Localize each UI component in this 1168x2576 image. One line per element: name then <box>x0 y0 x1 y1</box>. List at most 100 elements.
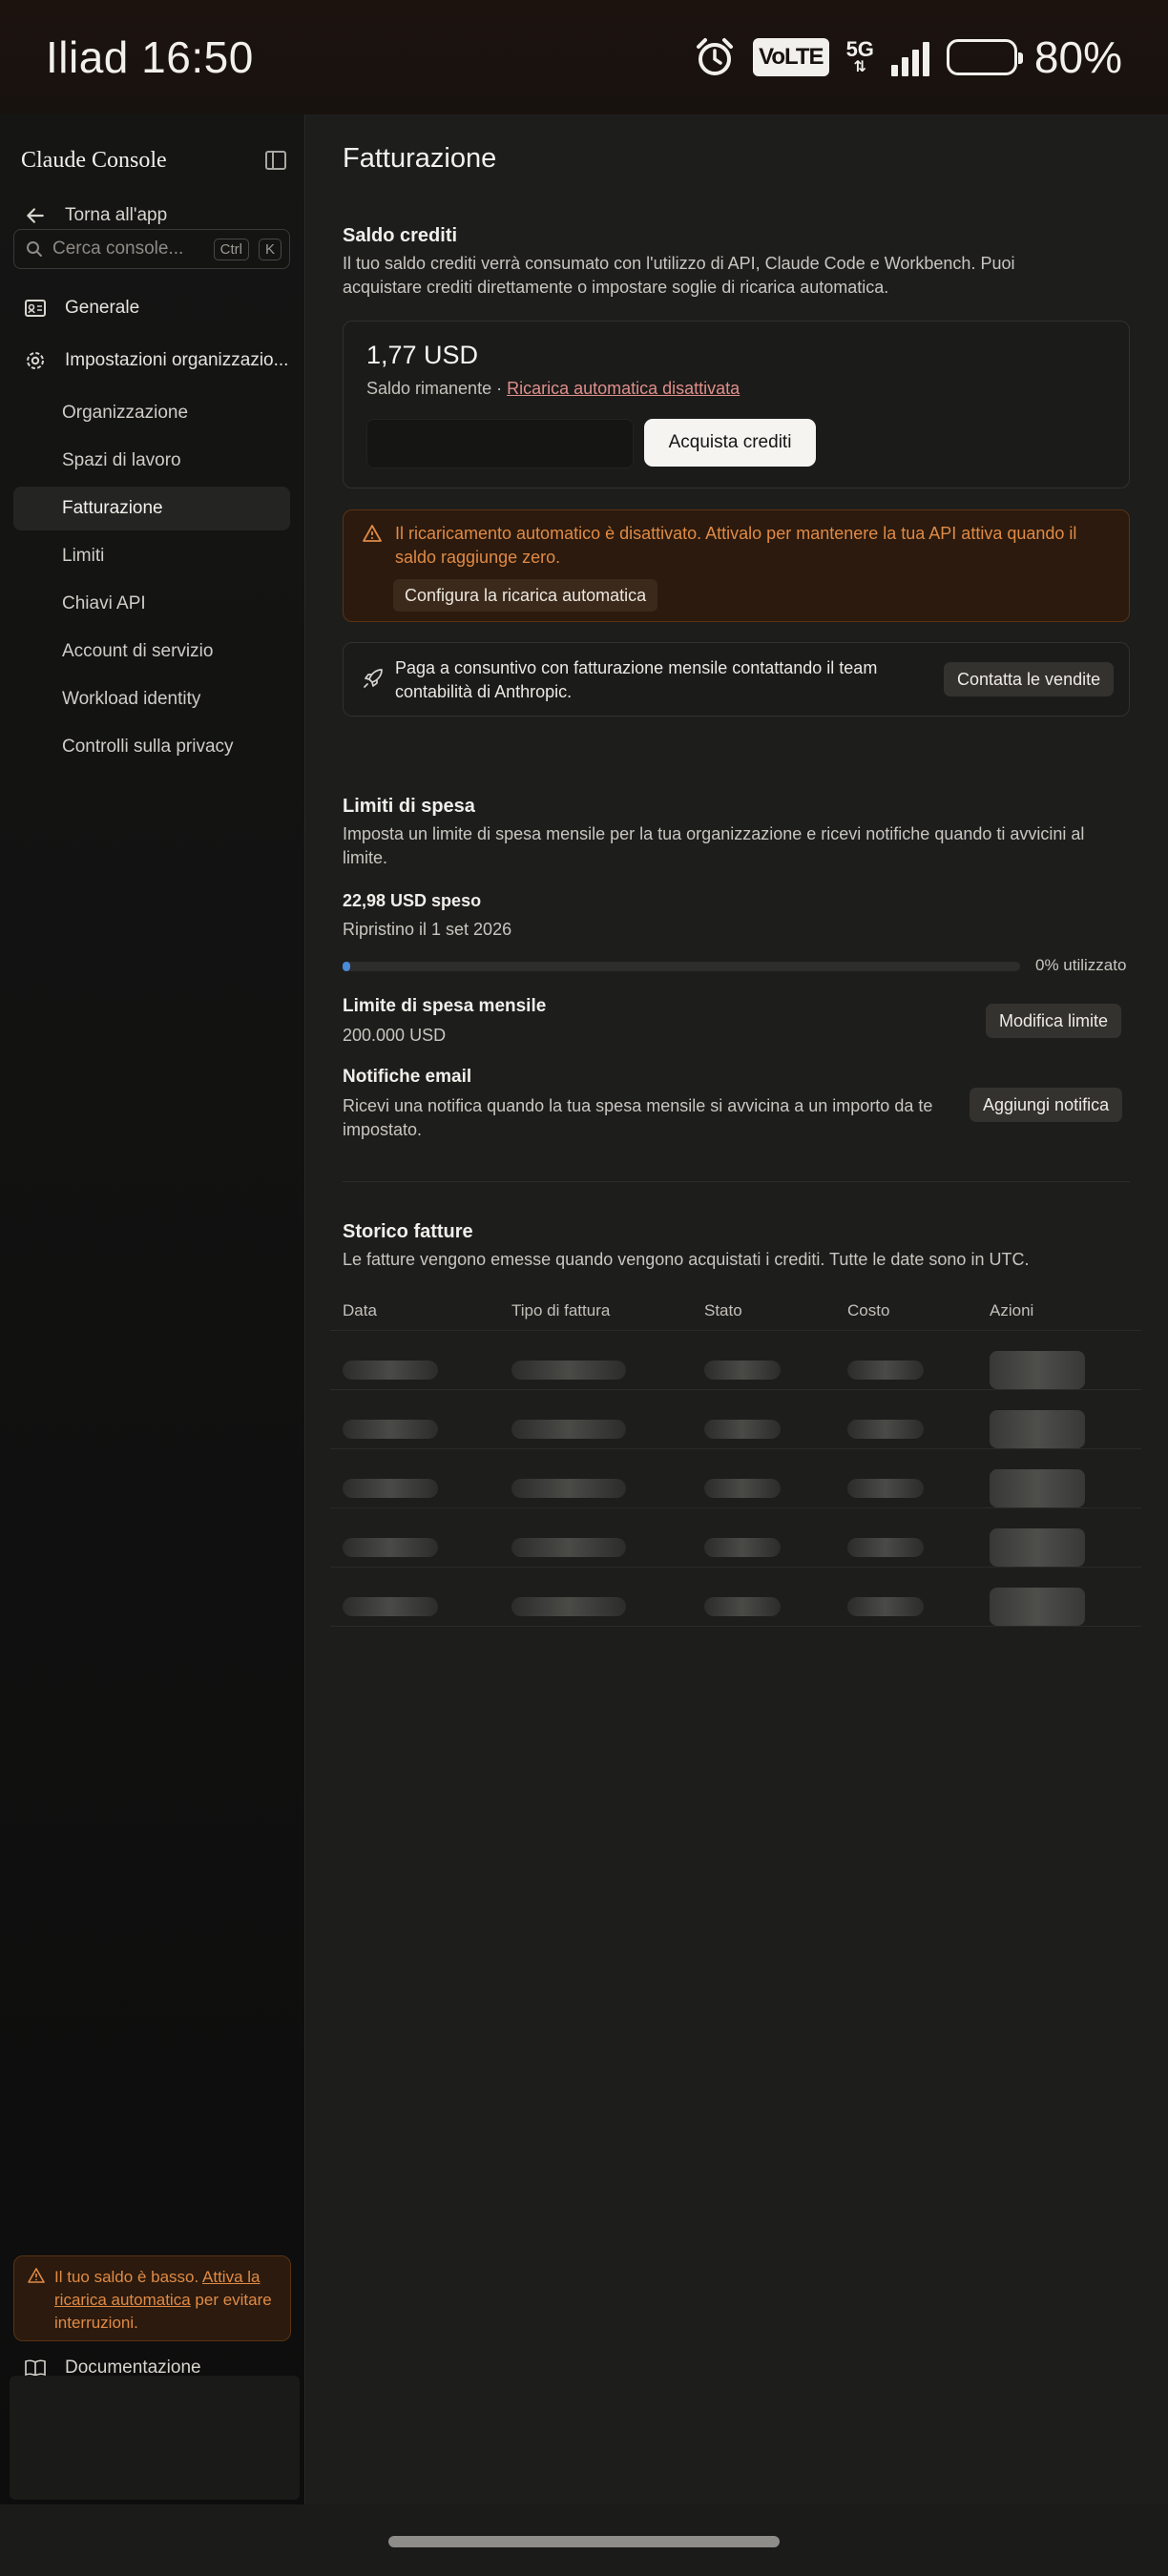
reset-date: Ripristino il 1 set 2026 <box>343 920 512 939</box>
loading-placeholder <box>704 1420 781 1439</box>
sidebar-item-org-settings[interactable]: Impostazioni organizzazio... <box>13 339 290 383</box>
brand-logo[interactable]: Claude Console <box>21 148 167 174</box>
search-placeholder: Cerca console... <box>52 239 184 259</box>
loading-action-placeholder <box>990 1410 1085 1448</box>
loading-placeholder <box>511 1479 626 1498</box>
loading-action-placeholder <box>990 1588 1085 1626</box>
volte-badge: VoLTE <box>753 38 829 76</box>
invoices-description: Le fatture vengono emesse quando vengono… <box>343 1250 1030 1269</box>
sidebar-header: Claude Console <box>21 134 286 187</box>
credit-amount-input[interactable] <box>366 419 634 468</box>
add-notification-button[interactable]: Aggiungi notifica <box>970 1088 1123 1122</box>
credits-description: Il tuo saldo crediti verrà consumato con… <box>343 254 1015 297</box>
loading-placeholder <box>343 1361 438 1380</box>
clock: 16:50 <box>141 32 254 82</box>
data-arrows-icon: ⇅ <box>853 59 866 75</box>
configure-auto-reload-button[interactable]: Configura la ricarica automatica <box>393 579 658 612</box>
battery-icon <box>946 39 1023 75</box>
battery-percent: 80% <box>1033 32 1122 82</box>
sidebar-footer-panel <box>10 2376 300 2500</box>
low-balance-alert: Il tuo saldo è basso. Attiva la ricarica… <box>13 2255 291 2341</box>
sidebar-item-privacy[interactable]: Controlli sulla privacy <box>13 725 290 769</box>
low-balance-text: Il tuo saldo è basso. <box>54 2268 199 2286</box>
loading-action-placeholder <box>990 1351 1085 1389</box>
sidebar-item-organization[interactable]: Organizzazione <box>13 391 290 435</box>
column-header-actions: Azioni <box>990 1301 1034 1319</box>
loading-placeholder <box>704 1479 781 1498</box>
monthly-limit-label: Limite di spesa mensile <box>343 996 547 1016</box>
loading-placeholder <box>511 1361 626 1380</box>
gear-icon <box>27 352 44 369</box>
loading-placeholder <box>343 1597 438 1616</box>
shortcut-k: K <box>258 238 282 260</box>
page-title: Fatturazione <box>343 143 497 174</box>
loading-placeholder <box>511 1597 626 1616</box>
loading-placeholder <box>847 1597 924 1616</box>
invoice-billing-text: Paga a consuntivo con fatturazione mensi… <box>395 658 878 701</box>
search-input[interactable]: Cerca console... Ctrl K <box>13 229 290 269</box>
main-content: Fatturazione Saldo crediti Il tuo saldo … <box>306 114 1168 2504</box>
column-header-status: Stato <box>704 1301 742 1319</box>
section-divider <box>343 1181 1130 1182</box>
loading-placeholder <box>511 1538 626 1557</box>
sidebar-item-billing[interactable]: Fatturazione <box>13 487 290 530</box>
status-bar: Iliad 16:50 VoLTE 5G ⇅ 80% <box>0 0 1168 114</box>
sidebar-item-workspaces[interactable]: Spazi di lavoro <box>13 439 290 483</box>
table-row-divider <box>330 1448 1141 1449</box>
back-label: Torna all'app <box>65 205 168 225</box>
sidebar-item-service-accounts[interactable]: Account di servizio <box>13 630 290 674</box>
status-left: Iliad 16:50 <box>46 31 254 83</box>
loading-placeholder <box>704 1538 781 1557</box>
warning-icon <box>28 2268 45 2283</box>
monthly-limit-value: 200.000 USD <box>343 1026 447 1045</box>
home-gesture-handle[interactable] <box>388 2536 780 2547</box>
auto-reload-status-link[interactable]: Ricarica automatica disattivata <box>507 379 740 398</box>
loading-action-placeholder <box>990 1469 1085 1507</box>
loading-placeholder <box>704 1361 781 1380</box>
email-notifications-label: Notifiche email <box>343 1067 472 1087</box>
status-right: VoLTE 5G ⇅ 80% <box>694 31 1122 83</box>
column-header-cost: Costo <box>847 1301 890 1319</box>
sidebar-toggle-icon[interactable] <box>265 151 286 170</box>
email-notifications-description: Ricevi una notifica quando la tua spesa … <box>343 1096 933 1139</box>
buy-credits-button[interactable]: Acquista crediti <box>644 419 816 467</box>
credits-heading: Saldo crediti <box>343 225 458 246</box>
loading-placeholder <box>704 1597 781 1616</box>
signal-icon <box>890 38 929 76</box>
sidebar-item-api-keys[interactable]: Chiavi API <box>13 582 290 626</box>
rocket-icon <box>364 669 383 688</box>
usage-progress-fill <box>343 962 350 971</box>
sidebar-item-limits[interactable]: Limiti <box>13 534 290 578</box>
column-header-type: Tipo di fattura <box>511 1301 611 1319</box>
sidebar-item-general[interactable]: Generale <box>13 286 290 330</box>
spend-limits-description: Imposta un limite di spesa mensile per l… <box>343 824 1085 867</box>
spent-amount: 22,98 USD speso <box>343 891 482 910</box>
edit-limit-button[interactable]: Modifica limite <box>986 1004 1122 1038</box>
warning-icon <box>363 525 382 542</box>
usage-progress-bar <box>343 962 1020 971</box>
arrow-left-icon <box>27 208 44 223</box>
search-icon <box>27 241 42 257</box>
system-navigation-bar <box>0 2504 1168 2576</box>
column-header-date: Data <box>343 1301 377 1319</box>
table-row-divider <box>330 1567 1141 1568</box>
loading-placeholder <box>847 1479 924 1498</box>
sidebar-item-workload-identity[interactable]: Workload identity <box>13 677 290 721</box>
loading-placeholder <box>847 1420 924 1439</box>
loading-action-placeholder <box>990 1528 1085 1567</box>
warning-text: Il ricaricamento automatico è disattivat… <box>395 524 1077 567</box>
loading-placeholder <box>847 1538 924 1557</box>
contact-sales-button[interactable]: Contatta le vendite <box>944 662 1115 696</box>
balance-remaining: Saldo rimanente · Ricarica automatica di… <box>366 379 740 399</box>
loading-placeholder <box>343 1420 438 1439</box>
invoice-billing-card: Paga a consuntivo con fatturazione mensi… <box>343 642 1130 717</box>
spend-limits-heading: Limiti di spesa <box>343 796 475 817</box>
shortcut-ctrl: Ctrl <box>213 238 249 260</box>
loading-placeholder <box>847 1361 924 1380</box>
table-row-divider <box>330 1626 1141 1627</box>
network-type: 5G <box>845 37 874 61</box>
sidebar-item-label: Impostazioni organizzazio... <box>65 350 289 370</box>
sidebar-item-label: Generale <box>65 298 140 318</box>
loading-placeholder <box>511 1420 626 1439</box>
auto-reload-warning: Il ricaricamento automatico è disattivat… <box>343 509 1130 622</box>
